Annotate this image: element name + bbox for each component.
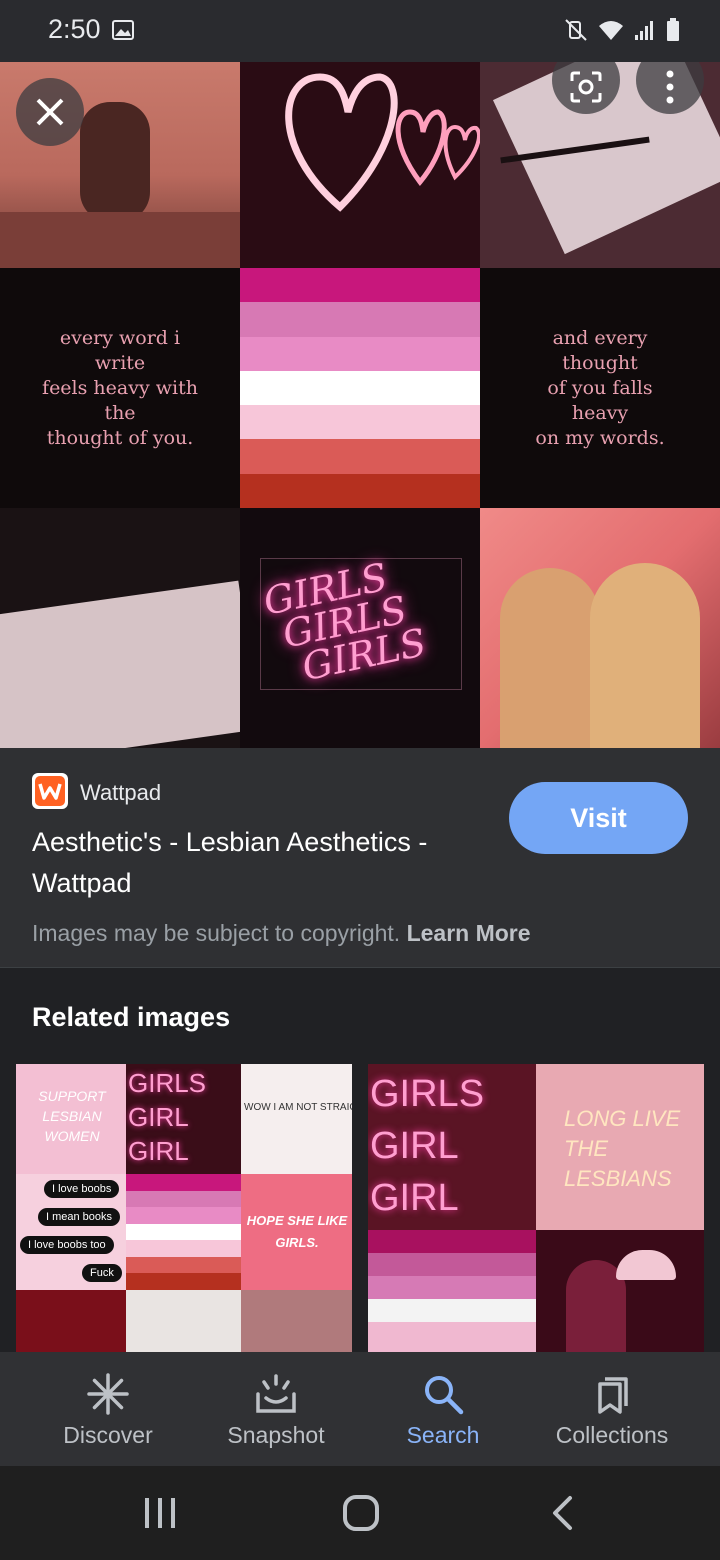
- copyright-notice: Images may be subject to copyright. Lear…: [32, 920, 531, 947]
- collage-tile-neon-hearts: [240, 62, 480, 268]
- image-icon: [112, 20, 134, 40]
- bubble-3: I love boobs too: [20, 1236, 114, 1254]
- wattpad-logo-icon: [32, 773, 68, 809]
- close-button[interactable]: [16, 78, 84, 146]
- bubble-1: I love boobs: [44, 1180, 120, 1198]
- hero-image[interactable]: every word i write feels heavy with the …: [0, 62, 720, 748]
- thumb1-girls-sign: GIRLS GIRL GIRL: [128, 1068, 207, 1166]
- thumb2-girls-sign: GIRLS GIRL GIRL: [370, 1073, 485, 1219]
- snapshot-icon: [256, 1374, 296, 1413]
- battery-icon: [667, 18, 679, 41]
- nav-discover[interactable]: Discover: [18, 1352, 198, 1466]
- nav-search[interactable]: Search: [353, 1352, 533, 1466]
- divider: [0, 967, 720, 968]
- status-time: 2:50: [48, 14, 101, 44]
- collage-quote-right: and every thought of you falls heavy on …: [480, 268, 720, 508]
- more-vert-icon: [666, 70, 674, 104]
- related-image-1[interactable]: SUPPORT LESBIAN WOMEN I love boobs I mea…: [16, 1064, 352, 1352]
- recent-apps-icon[interactable]: [142, 1496, 178, 1530]
- close-icon: [36, 98, 64, 126]
- status-bar: 2:50: [0, 0, 720, 62]
- collage-quote-left: every word i write feels heavy with the …: [0, 268, 240, 508]
- related-image-2[interactable]: GIRLS GIRL GIRL LONG LIVE THE LESBIANS: [368, 1064, 704, 1352]
- bubble-4: Fuck: [82, 1264, 122, 1282]
- copyright-text: Images may be subject to copyright.: [32, 920, 401, 946]
- nav-collections-label: Collections: [555, 1422, 669, 1448]
- nav-search-label: Search: [406, 1422, 480, 1448]
- system-nav-bar: [0, 1466, 720, 1560]
- search-icon: [425, 1376, 464, 1415]
- collections-icon: [598, 1377, 628, 1414]
- lesbian-flag: [240, 268, 480, 508]
- source-name[interactable]: Wattpad: [80, 780, 161, 806]
- support-text: SUPPORT LESBIAN WOMEN: [38, 1088, 106, 1144]
- signal-icon: [635, 21, 653, 40]
- back-icon[interactable]: [550, 1494, 576, 1532]
- bottom-nav: Discover Snapshot Search Collections: [0, 1352, 720, 1466]
- visit-button[interactable]: Visit: [509, 782, 688, 854]
- long-live-text: LONG LIVE THE LESBIANS: [564, 1106, 681, 1191]
- hope-text: HOPE SHE LIKE GIRLS.: [246, 1213, 348, 1250]
- learn-more-link[interactable]: Learn More: [407, 920, 531, 946]
- nav-discover-label: Discover: [63, 1422, 153, 1448]
- wow-text: WOW I AM NOT STRAIGH: [244, 1102, 352, 1113]
- collage-tile-neon-sign: GIRLS GIRLS GIRLS: [240, 508, 480, 748]
- nav-snapshot-label: Snapshot: [227, 1422, 325, 1448]
- result-title[interactable]: Aesthetic's - Lesbian Aesthetics - Wattp…: [32, 822, 482, 904]
- mute-icon: [565, 19, 587, 41]
- related-images-heading: Related images: [32, 1002, 231, 1032]
- collage-tile-kiss: [480, 508, 720, 748]
- nav-collections[interactable]: Collections: [522, 1352, 702, 1466]
- nav-snapshot[interactable]: Snapshot: [186, 1352, 366, 1466]
- asterisk-icon: [87, 1373, 129, 1415]
- wifi-icon: [599, 21, 623, 40]
- bubble-2: I mean books: [38, 1208, 121, 1226]
- collage-tile-book: [0, 508, 240, 748]
- home-icon[interactable]: [342, 1494, 380, 1532]
- lens-icon: [570, 71, 602, 103]
